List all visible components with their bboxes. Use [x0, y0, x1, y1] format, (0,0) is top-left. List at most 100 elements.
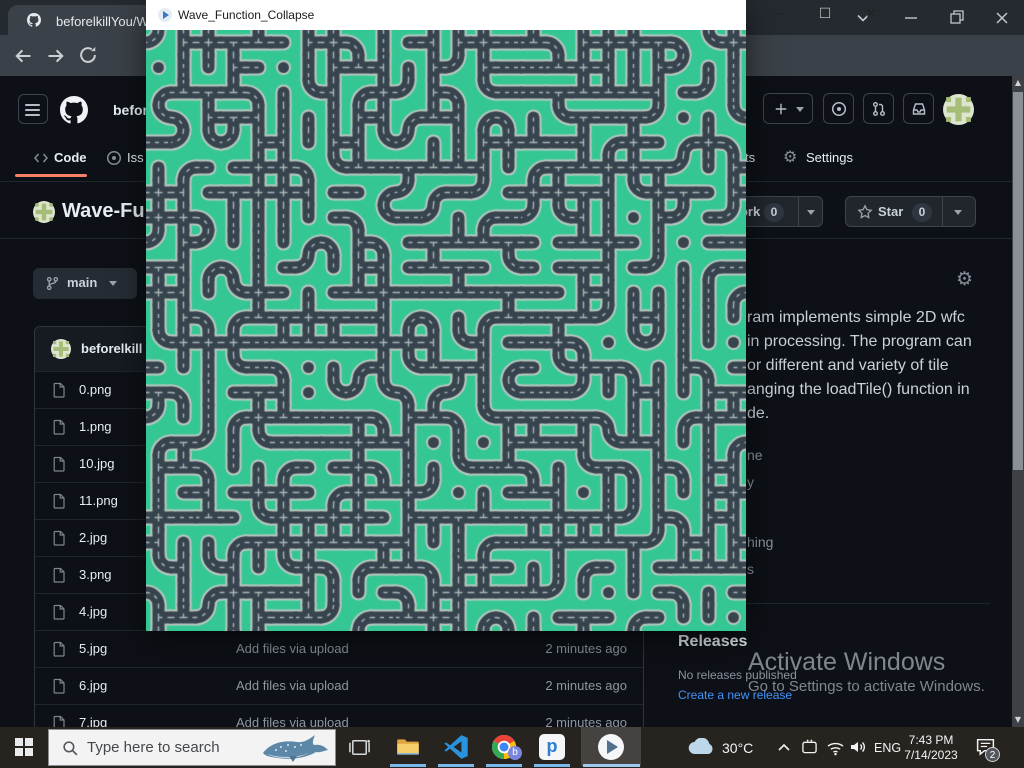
file-icon: [51, 530, 67, 546]
about-line: de.: [747, 402, 972, 426]
running-sketch-icon[interactable]: [598, 734, 624, 760]
chevron-down-icon: [796, 107, 804, 112]
wfc-window-titlebar[interactable]: Wave_Function_Collapse — ☐ ✕: [146, 0, 746, 30]
file-explorer-icon[interactable]: [395, 734, 421, 760]
commit-date: 2 minutes ago: [545, 678, 627, 693]
window-restore-icon[interactable]: [949, 9, 965, 25]
file-name-link[interactable]: 2.jpg: [79, 530, 107, 545]
file-icon: [51, 567, 67, 583]
commit-author-avatar[interactable]: [51, 339, 71, 359]
tab-insights[interactable]: ts: [745, 150, 755, 165]
plus-icon: [774, 102, 788, 116]
about-line: anging the loadTile() function in: [747, 378, 972, 402]
file-name-link[interactable]: 1.png: [79, 419, 112, 434]
github-hamburger-menu[interactable]: [18, 94, 48, 124]
wfc-minimize-icon[interactable]: —: [770, 6, 788, 22]
tab-settings[interactable]: Settings: [806, 150, 853, 165]
branch-selector[interactable]: main: [33, 268, 137, 299]
repo-avatar: [33, 201, 55, 223]
repo-owner-link[interactable]: beforelkillYou: [113, 102, 146, 118]
file-icon: [51, 382, 67, 398]
file-name-link[interactable]: 4.jpg: [79, 604, 107, 619]
table-row[interactable]: 6.jpg Add files via upload 2 minutes ago: [35, 667, 643, 704]
github-pull-requests-button[interactable]: [863, 93, 894, 124]
code-tab-icon: [33, 150, 49, 166]
fork-count-badge: 0: [764, 203, 784, 222]
window-close-icon[interactable]: [994, 10, 1010, 26]
file-icon: [51, 641, 67, 657]
wfc-maximize-icon[interactable]: ☐: [816, 6, 834, 22]
weather-cloud-icon[interactable]: [688, 738, 716, 755]
wfc-window-title: Wave_Function_Collapse: [178, 8, 314, 22]
temperature-text[interactable]: 30°C: [722, 740, 753, 756]
commit-message-link[interactable]: Add files via upload: [236, 678, 349, 693]
branch-name: main: [67, 275, 97, 290]
branch-dropdown-icon: [109, 281, 117, 286]
about-line: ram implements simple 2D wfc: [747, 306, 972, 330]
file-name-link[interactable]: 6.jpg: [79, 678, 107, 693]
github-logo[interactable]: [58, 94, 90, 126]
about-gear-icon[interactable]: ⚙: [956, 268, 973, 290]
wfc-pattern-canvas: [146, 30, 746, 631]
clock-date: 7/14/2023: [898, 748, 964, 763]
file-icon: [51, 493, 67, 509]
activate-windows-watermark: Activate Windows: [748, 648, 945, 677]
github-issues-button[interactable]: [823, 93, 854, 124]
vscode-icon[interactable]: [443, 734, 469, 760]
about-line: or different and variety of tile: [747, 354, 972, 378]
star-button[interactable]: Star 0: [845, 196, 976, 227]
processing-app-icon[interactable]: p: [539, 734, 565, 760]
whale-shark-image: [255, 732, 331, 765]
start-button-icon[interactable]: [15, 738, 33, 756]
forward-icon[interactable]: [46, 46, 66, 66]
activate-windows-subtext: Go to Settings to activate Windows.: [748, 678, 985, 695]
tab-issues[interactable]: Iss: [127, 150, 144, 165]
tray-chevron-icon[interactable]: [777, 741, 791, 753]
taskbar-clock[interactable]: 7:43 PM 7/14/2023: [898, 733, 964, 763]
play-icon: [607, 740, 618, 754]
back-icon[interactable]: [13, 46, 33, 66]
github-create-new-button[interactable]: [763, 93, 813, 124]
reload-icon[interactable]: [78, 45, 98, 65]
tab-code[interactable]: Code: [54, 150, 87, 165]
github-user-avatar[interactable]: [943, 94, 974, 125]
file-name-link[interactable]: 5.jpg: [79, 641, 107, 656]
scrollbar-thumb[interactable]: [1013, 92, 1023, 470]
search-placeholder: Type here to search: [87, 739, 220, 756]
wfc-app-window: Wave_Function_Collapse — ☐ ✕: [146, 0, 746, 631]
volume-icon[interactable]: [849, 739, 867, 755]
taskbar-indicator-active: [583, 764, 640, 767]
taskbar-search-box[interactable]: Type here to search: [48, 729, 336, 766]
processing-sketch-icon: [158, 8, 172, 22]
tab-title: beforelkillYou/Wav: [56, 14, 154, 29]
file-name-link[interactable]: 3.png: [79, 567, 112, 582]
taskbar-indicator: [486, 764, 522, 767]
about-meta-item: s: [747, 561, 754, 577]
scrollbar-down-arrow[interactable]: ▼: [1012, 713, 1024, 727]
about-meta-item: hing: [747, 534, 773, 550]
file-icon: [51, 678, 67, 694]
repo-title[interactable]: Wave-Fu: [62, 200, 146, 223]
releases-heading[interactable]: Releases: [678, 633, 747, 651]
star-dropdown-icon[interactable]: [954, 210, 962, 215]
taskbar-indicator: [438, 764, 474, 767]
star-label: Star: [878, 204, 903, 219]
file-name-link[interactable]: 0.png: [79, 382, 112, 397]
commit-author[interactable]: beforelkill: [81, 341, 142, 356]
wfc-close-icon[interactable]: ✕: [862, 6, 880, 22]
tablet-mode-icon[interactable]: [801, 739, 818, 755]
file-name-link[interactable]: 10.jpg: [79, 456, 114, 471]
task-view-icon[interactable]: [348, 736, 371, 759]
wifi-icon[interactable]: [826, 740, 845, 756]
scrollbar-up-arrow[interactable]: ▲: [1012, 76, 1024, 90]
about-line: in processing. The program can: [747, 330, 972, 354]
github-inbox-button[interactable]: [903, 93, 934, 124]
fork-dropdown-icon[interactable]: [807, 210, 815, 215]
table-row[interactable]: 5.jpg Add files via upload 2 minutes ago: [35, 630, 643, 667]
commit-message-link[interactable]: Add files via upload: [236, 641, 349, 656]
file-name-link[interactable]: 11.png: [79, 493, 118, 508]
clock-time: 7:43 PM: [898, 733, 964, 748]
issues-tab-icon: [106, 150, 122, 166]
window-minimize-icon[interactable]: [903, 10, 919, 26]
about-description: ram implements simple 2D wfc in processi…: [747, 306, 972, 426]
